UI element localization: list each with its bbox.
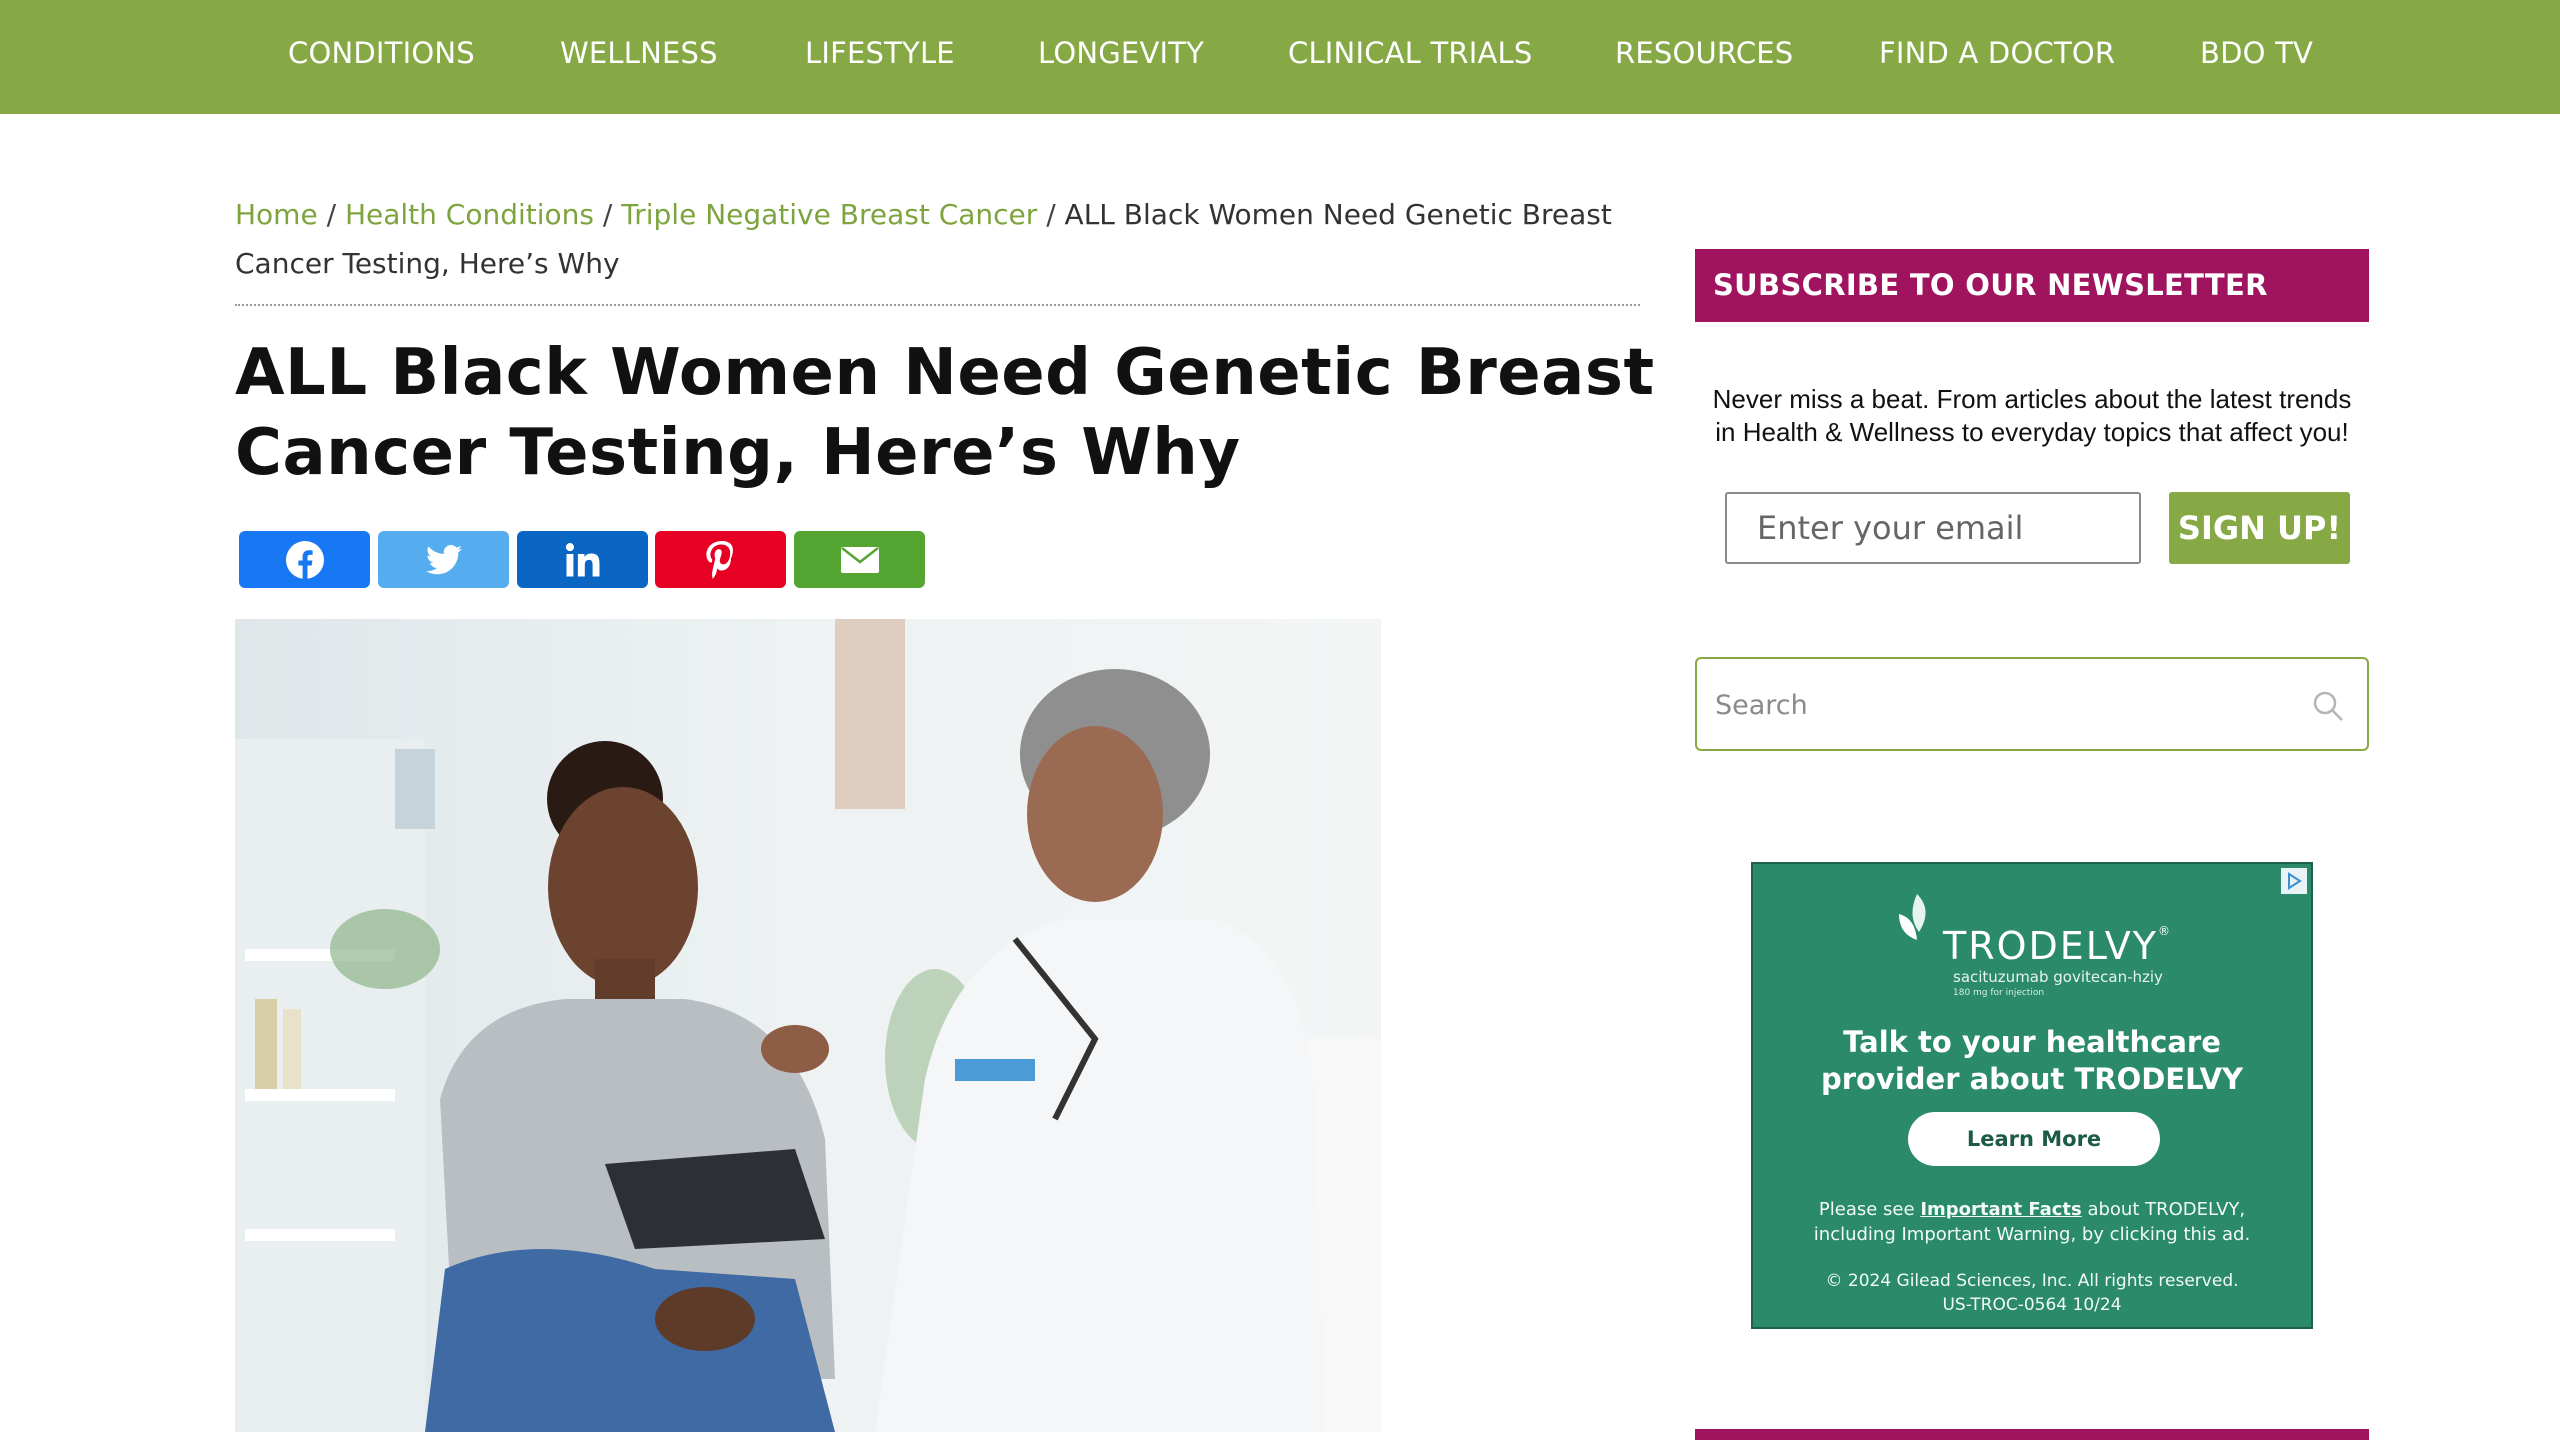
top-navigation: CONDITIONS WELLNESS LIFESTYLE LONGEVITY … xyxy=(0,0,2560,114)
registered-mark-icon: ® xyxy=(2158,924,2172,938)
share-email-button[interactable] xyxy=(794,531,925,588)
email-icon xyxy=(840,546,879,573)
ad-brand-name: TRODELVY® xyxy=(1943,924,2172,968)
ad-important-post: about TRODELVY, xyxy=(2087,1199,2246,1220)
breadcrumb-divider xyxy=(235,304,1640,306)
ad-copyright: © 2024 Gilead Sciences, Inc. All rights … xyxy=(1753,1269,2311,1317)
newsletter-description-line: Never miss a beat. From articles about t… xyxy=(1712,384,2352,414)
breadcrumb-category-link[interactable]: Triple Negative Breast Cancer xyxy=(621,198,1037,231)
nav-item-find-a-doctor[interactable]: FIND A DOCTOR xyxy=(1879,33,2115,73)
trodelvy-advertisement[interactable]: TRODELVY® sacituzumab govitecan-hziy 180… xyxy=(1751,862,2313,1329)
ad-copyright-line: © 2024 Gilead Sciences, Inc. All rights … xyxy=(1825,1271,2239,1291)
search-input[interactable] xyxy=(1713,679,2277,731)
ad-important-line2: including Important Warning, by clicking… xyxy=(1813,1224,2251,1245)
ad-brand-text: TRODELVY xyxy=(1943,924,2158,968)
nav-item-wellness[interactable]: WELLNESS xyxy=(560,33,718,73)
ad-headline-line: provider about TRODELVY xyxy=(1820,1062,2244,1096)
sidebar-search-box xyxy=(1695,657,2369,751)
ad-copyright-line: US-TROC-0564 10/24 xyxy=(1942,1295,2122,1315)
breadcrumb-separator: / xyxy=(602,198,613,231)
ad-headline: Talk to your healthcare provider about T… xyxy=(1753,1024,2311,1098)
article-hero-image xyxy=(235,619,1381,1432)
breadcrumb-separator: / xyxy=(326,198,337,231)
newsletter-signup-button[interactable]: SIGN UP! xyxy=(2169,492,2350,564)
nav-item-conditions[interactable]: CONDITIONS xyxy=(288,33,475,73)
ad-learn-more-button[interactable]: Learn More xyxy=(1908,1112,2160,1166)
ad-dose-text: 180 mg for injection xyxy=(1953,988,2045,998)
newsletter-heading: SUBSCRIBE TO OUR NEWSLETTER xyxy=(1695,249,2369,322)
ad-important-facts-link[interactable]: Important Facts xyxy=(1920,1199,2081,1220)
linkedin-icon xyxy=(565,542,599,576)
ad-important-pre: Please see xyxy=(1818,1199,1915,1220)
facebook-icon xyxy=(285,540,324,579)
newsletter-description-line: in Health & Wellness to everyday topics … xyxy=(1715,417,2349,447)
ad-important-facts: Please see Important Facts about TRODELV… xyxy=(1753,1197,2311,1247)
breadcrumb-separator: / xyxy=(1046,198,1056,231)
nav-item-resources[interactable]: RESOURCES xyxy=(1615,33,1793,73)
search-icon[interactable] xyxy=(2311,689,2345,723)
breadcrumb-home-link[interactable]: Home xyxy=(235,198,318,231)
nav-item-bdo-tv[interactable]: BDO TV xyxy=(2200,33,2313,73)
breadcrumb: Home / Health Conditions / Triple Negati… xyxy=(235,190,1635,288)
share-facebook-button[interactable] xyxy=(239,531,370,588)
article-title: ALL Black Women Need Genetic Breast Canc… xyxy=(235,336,1655,490)
share-linkedin-button[interactable] xyxy=(517,531,648,588)
ad-generic-name: sacituzumab govitecan-hziy xyxy=(1953,968,2163,986)
share-twitter-button[interactable] xyxy=(378,531,509,588)
sidebar-section-bar xyxy=(1695,1429,2369,1440)
newsletter-description: Never miss a beat. From articles about t… xyxy=(1695,383,2369,449)
newsletter-email-input[interactable] xyxy=(1725,492,2141,564)
twitter-icon xyxy=(425,544,462,574)
nav-item-lifestyle[interactable]: LIFESTYLE xyxy=(805,33,955,73)
nav-item-longevity[interactable]: LONGEVITY xyxy=(1038,33,1204,73)
trodelvy-leaf-logo xyxy=(1899,894,1926,940)
pinterest-icon xyxy=(705,540,733,579)
breadcrumb-health-conditions-link[interactable]: Health Conditions xyxy=(345,198,594,231)
ad-headline-line: Talk to your healthcare xyxy=(1843,1025,2221,1059)
adchoices-icon[interactable] xyxy=(2281,868,2307,894)
share-pinterest-button[interactable] xyxy=(655,531,786,588)
nav-item-clinical-trials[interactable]: CLINICAL TRIALS xyxy=(1288,33,1533,73)
